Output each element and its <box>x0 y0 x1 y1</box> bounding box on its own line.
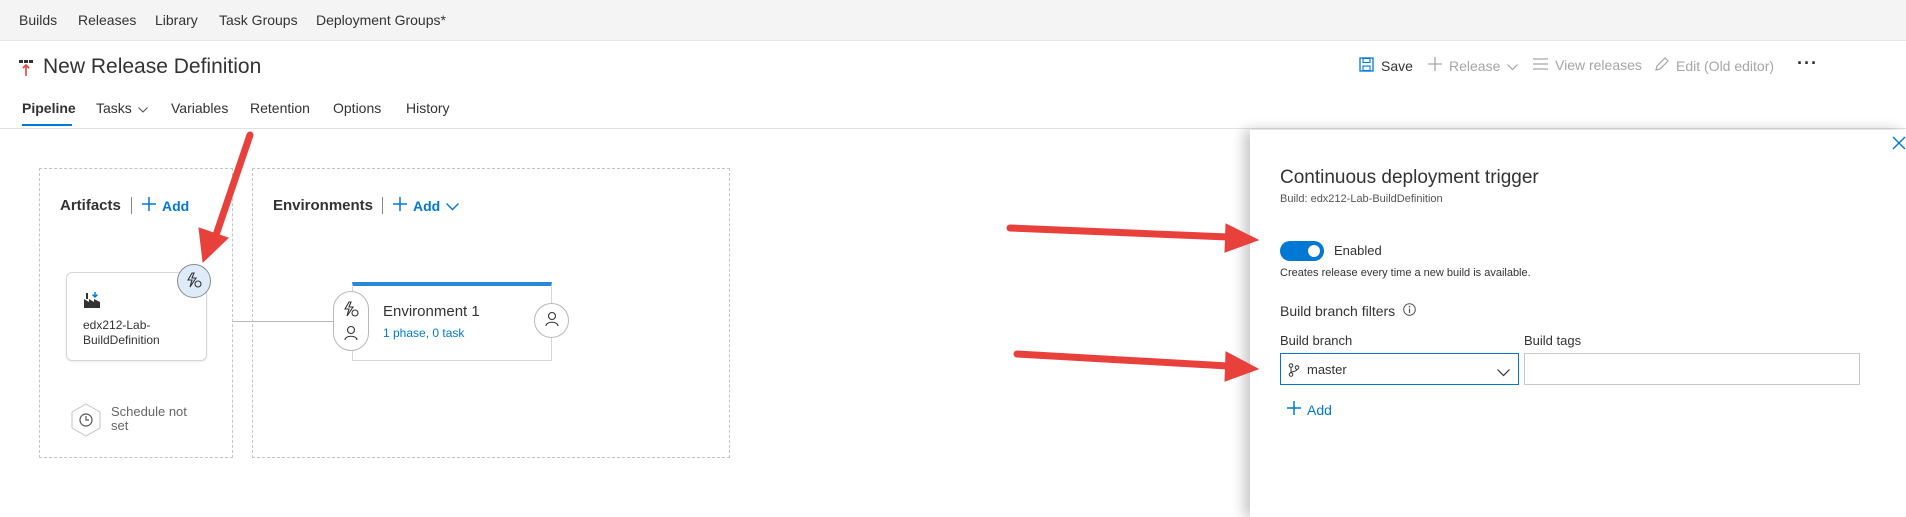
panel-title: Continuous deployment trigger <box>1280 167 1539 188</box>
chevron-down-icon <box>1507 58 1519 74</box>
page-title: New Release Definition <box>43 55 262 78</box>
schedule-status: Schedule not set <box>111 404 187 433</box>
lightning-trigger-icon <box>343 301 359 320</box>
toggle-description: Creates release every time a new build i… <box>1280 267 1531 279</box>
annotation-arrow-toggle <box>1006 224 1232 241</box>
build-factory-icon <box>83 291 101 312</box>
filters-title-label: Build branch filters <box>1280 303 1396 319</box>
view-releases-button[interactable]: View releases <box>1533 57 1642 73</box>
list-icon <box>1533 57 1548 73</box>
plus-icon <box>1287 401 1301 418</box>
person-icon <box>343 325 359 344</box>
release-button[interactable]: Release <box>1428 57 1519 74</box>
environment-name: Environment 1 <box>383 303 480 320</box>
artifacts-title: Artifacts <box>60 197 121 214</box>
build-branch-label: Build branch <box>1280 333 1353 348</box>
toggle-knob <box>1308 245 1320 257</box>
pre-deployment-conditions-button[interactable] <box>333 291 369 351</box>
post-deployment-approvers-button[interactable] <box>534 303 569 338</box>
build-branch-dropdown[interactable]: master <box>1280 353 1519 385</box>
active-tab-indicator <box>22 124 72 126</box>
environment-tasks-link[interactable]: 1 phase, 0 task <box>383 326 464 340</box>
build-tags-input[interactable] <box>1524 353 1860 385</box>
environments-separator <box>382 197 383 214</box>
artifact-name: edx212-Lab-BuildDefinition <box>83 318 160 347</box>
add-environment-button[interactable]: Add <box>393 197 460 214</box>
edit-old-editor-label: Edit (Old editor) <box>1676 57 1775 74</box>
plus-icon <box>393 197 407 214</box>
plus-icon <box>142 197 156 214</box>
chevron-down-icon <box>137 100 148 116</box>
hub-item-releases[interactable]: Releases <box>78 12 136 28</box>
hub-item-builds[interactable]: Builds <box>19 12 57 28</box>
hub-item-task-groups[interactable]: Task Groups <box>219 12 298 28</box>
tab-variables[interactable]: Variables <box>171 100 228 116</box>
build-branch-filters-heading: Build branch filters <box>1280 303 1416 319</box>
release-label: Release <box>1449 57 1501 74</box>
artifacts-separator <box>131 197 132 214</box>
person-icon <box>544 311 560 330</box>
chevron-down-icon <box>1497 364 1510 380</box>
lightning-trigger-icon <box>186 271 202 291</box>
pencil-icon <box>1655 57 1669 74</box>
git-branch-icon <box>1288 363 1300 380</box>
floppy-disk-icon <box>1359 57 1374 75</box>
tab-history[interactable]: History <box>406 100 450 116</box>
hub-item-library[interactable]: Library <box>155 12 198 28</box>
add-branch-filter-button[interactable]: Add <box>1287 401 1332 418</box>
tab-pipeline[interactable]: Pipeline <box>22 100 76 116</box>
edit-old-editor-button[interactable]: Edit (Old editor) <box>1655 57 1774 74</box>
continuous-deployment-trigger-button[interactable] <box>177 264 211 298</box>
add-branch-filter-label: Add <box>1307 401 1332 418</box>
enabled-toggle[interactable] <box>1280 241 1324 261</box>
plus-icon <box>1428 57 1442 74</box>
add-environment-label: Add <box>413 197 441 214</box>
tab-tasks-label: Tasks <box>96 100 132 116</box>
build-tags-label: Build tags <box>1524 333 1582 348</box>
build-branch-value: master <box>1307 362 1347 377</box>
annotation-arrow-branch <box>1013 350 1232 370</box>
more-actions-button[interactable]: ··· <box>1797 53 1818 74</box>
save-button[interactable]: Save <box>1359 57 1413 75</box>
tab-tasks[interactable]: Tasks <box>96 100 148 116</box>
release-pipeline-icon <box>19 60 33 79</box>
close-icon[interactable] <box>1892 136 1906 152</box>
tab-divider <box>0 128 1906 129</box>
toggle-label: Enabled <box>1334 243 1382 258</box>
tab-options[interactable]: Options <box>333 100 381 116</box>
tab-retention[interactable]: Retention <box>250 100 310 116</box>
view-releases-label: View releases <box>1555 57 1642 73</box>
schedule-trigger-button[interactable] <box>71 403 101 437</box>
environments-title: Environments <box>273 197 374 214</box>
environment-card[interactable] <box>352 282 552 361</box>
info-icon[interactable] <box>1403 303 1416 319</box>
add-artifact-label: Add <box>162 197 190 214</box>
hub-item-deployment-groups[interactable]: Deployment Groups* <box>316 12 446 28</box>
add-artifact-button[interactable]: Add <box>142 197 189 214</box>
save-label: Save <box>1381 58 1413 74</box>
chevron-down-icon <box>446 198 460 214</box>
panel-subtitle: Build: edx212-Lab-BuildDefinition <box>1280 193 1443 205</box>
